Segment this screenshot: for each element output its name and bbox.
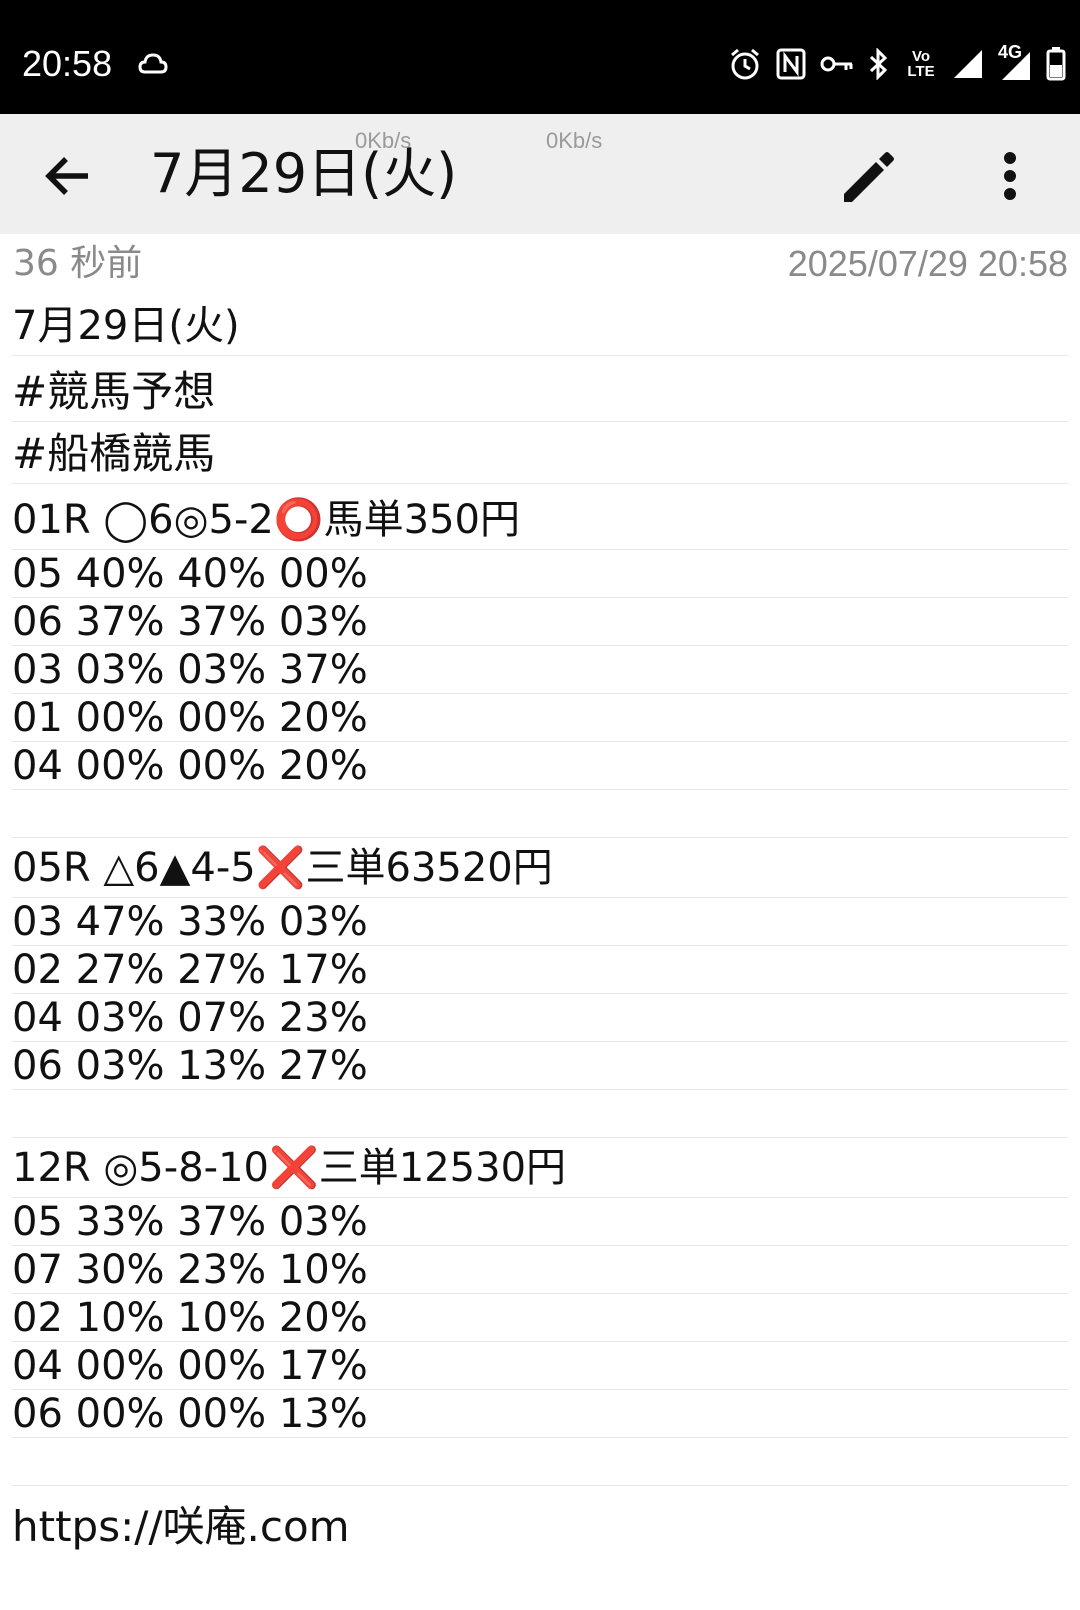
note-line: 03 47% 33% 03% [12,898,1068,946]
note-line: 06 00% 00% 13% [12,1390,1068,1438]
nfc-icon [776,48,806,80]
note-line: 03 03% 03% 37% [12,646,1068,694]
timestamp: 2025/07/29 20:58 [787,243,1068,284]
note-line: 12R ◎5-8-10❌三単12530円 [12,1138,1068,1198]
note-line-text: 04 00% 00% 17% [12,1343,368,1389]
note-line: 02 27% 27% 17% [12,946,1068,994]
arrow-back-icon [45,157,88,195]
note-line: 05 33% 37% 03% [12,1198,1068,1246]
note-line-blank [12,790,1068,838]
net-speed-indicator: 0Kb/s [546,128,603,153]
note-line-text: 03 03% 03% 37% [12,647,368,693]
vpn-key-icon [820,53,854,75]
note-line-text: 02 10% 10% 20% [12,1295,368,1341]
net-speed-indicator: 0Kb/s [355,128,412,153]
url-link[interactable]: https://咲庵.com [12,1493,350,1554]
relative-time: 36 秒前 [13,243,143,284]
note-line: 06 37% 37% 03% [12,598,1068,646]
note-line-text: 05 40% 40% 00% [12,551,368,597]
note-line-text: 01 00% 00% 20% [12,695,368,741]
edit-button[interactable] [840,146,900,206]
hashtag: #競馬予想 [12,367,216,416]
note-line: 7月29日(火) [12,303,1068,356]
note-line-text: 7月29日(火) [12,303,240,349]
note-line-blank [12,1438,1068,1486]
note-line: 01R ◯6◎5-2⭕馬単350円 [12,484,1068,550]
note-line-text: 02 27% 27% 17% [12,947,368,993]
note-line: https://咲庵.com [12,1486,1068,1551]
note-line-text: 04 00% 00% 20% [12,743,368,789]
note-line: 04 00% 00% 20% [12,742,1068,790]
note-line-text: 06 00% 00% 13% [12,1391,368,1437]
note-line-text: 03 47% 33% 03% [12,899,368,945]
note-line: 02 10% 10% 20% [12,1294,1068,1342]
pencil-icon [844,152,894,202]
4g-signal-icon: 4G [998,42,1032,82]
note-line: 01 00% 00% 20% [12,694,1068,742]
note-line: 04 03% 07% 23% [12,994,1068,1042]
note-line: #船橋競馬 [12,422,1068,484]
note-line: #競馬予想 [12,356,1068,422]
note-line: 07 30% 23% 10% [12,1246,1068,1294]
note-line-text: 04 03% 07% 23% [12,995,368,1041]
battery-icon [1046,47,1066,81]
note-line: 04 00% 00% 17% [12,1342,1068,1390]
more-options-button[interactable] [990,146,1030,206]
volte-icon: Vo LTE [904,49,938,79]
note-line-text: 05 33% 37% 03% [12,1199,368,1245]
note-line-text: 06 03% 13% 27% [12,1043,368,1089]
status-bar: 20:58 Vo LTE 4G [0,0,1080,114]
note-line-text: 06 37% 37% 03% [12,599,368,645]
race-header: 01R ◯6◎5-2⭕馬単350円 [12,497,521,543]
race-header: 12R ◎5-8-10❌三単12530円 [12,1145,567,1191]
note-line: 05R △6▲4-5❌三単63520円 [12,838,1068,898]
signal-icon [952,48,984,80]
status-time: 20:58 [22,43,113,84]
bluetooth-icon [868,48,890,80]
note-body[interactable]: 7月29日(火) #競馬予想 #船橋競馬 01R ◯6◎5-2⭕馬単350円 0… [12,303,1068,1551]
cloud-icon [138,50,168,78]
note-line: 05 40% 40% 00% [12,550,1068,598]
status-icons: Vo LTE 4G [714,40,1066,88]
back-button[interactable] [38,146,98,206]
volte-label: Vo LTE [907,48,935,80]
hashtag: #船橋競馬 [12,429,216,478]
note-line: 06 03% 13% 27% [12,1042,1068,1090]
alarm-icon [728,47,762,81]
more-vert-icon [1004,152,1016,200]
note-line-blank [12,1090,1068,1138]
note-line-text: 07 30% 23% 10% [12,1247,368,1293]
race-header: 05R △6▲4-5❌三単63520円 [12,845,553,891]
app-bar: 7月29日(火) 0Kb/s 0Kb/s [0,114,1080,234]
